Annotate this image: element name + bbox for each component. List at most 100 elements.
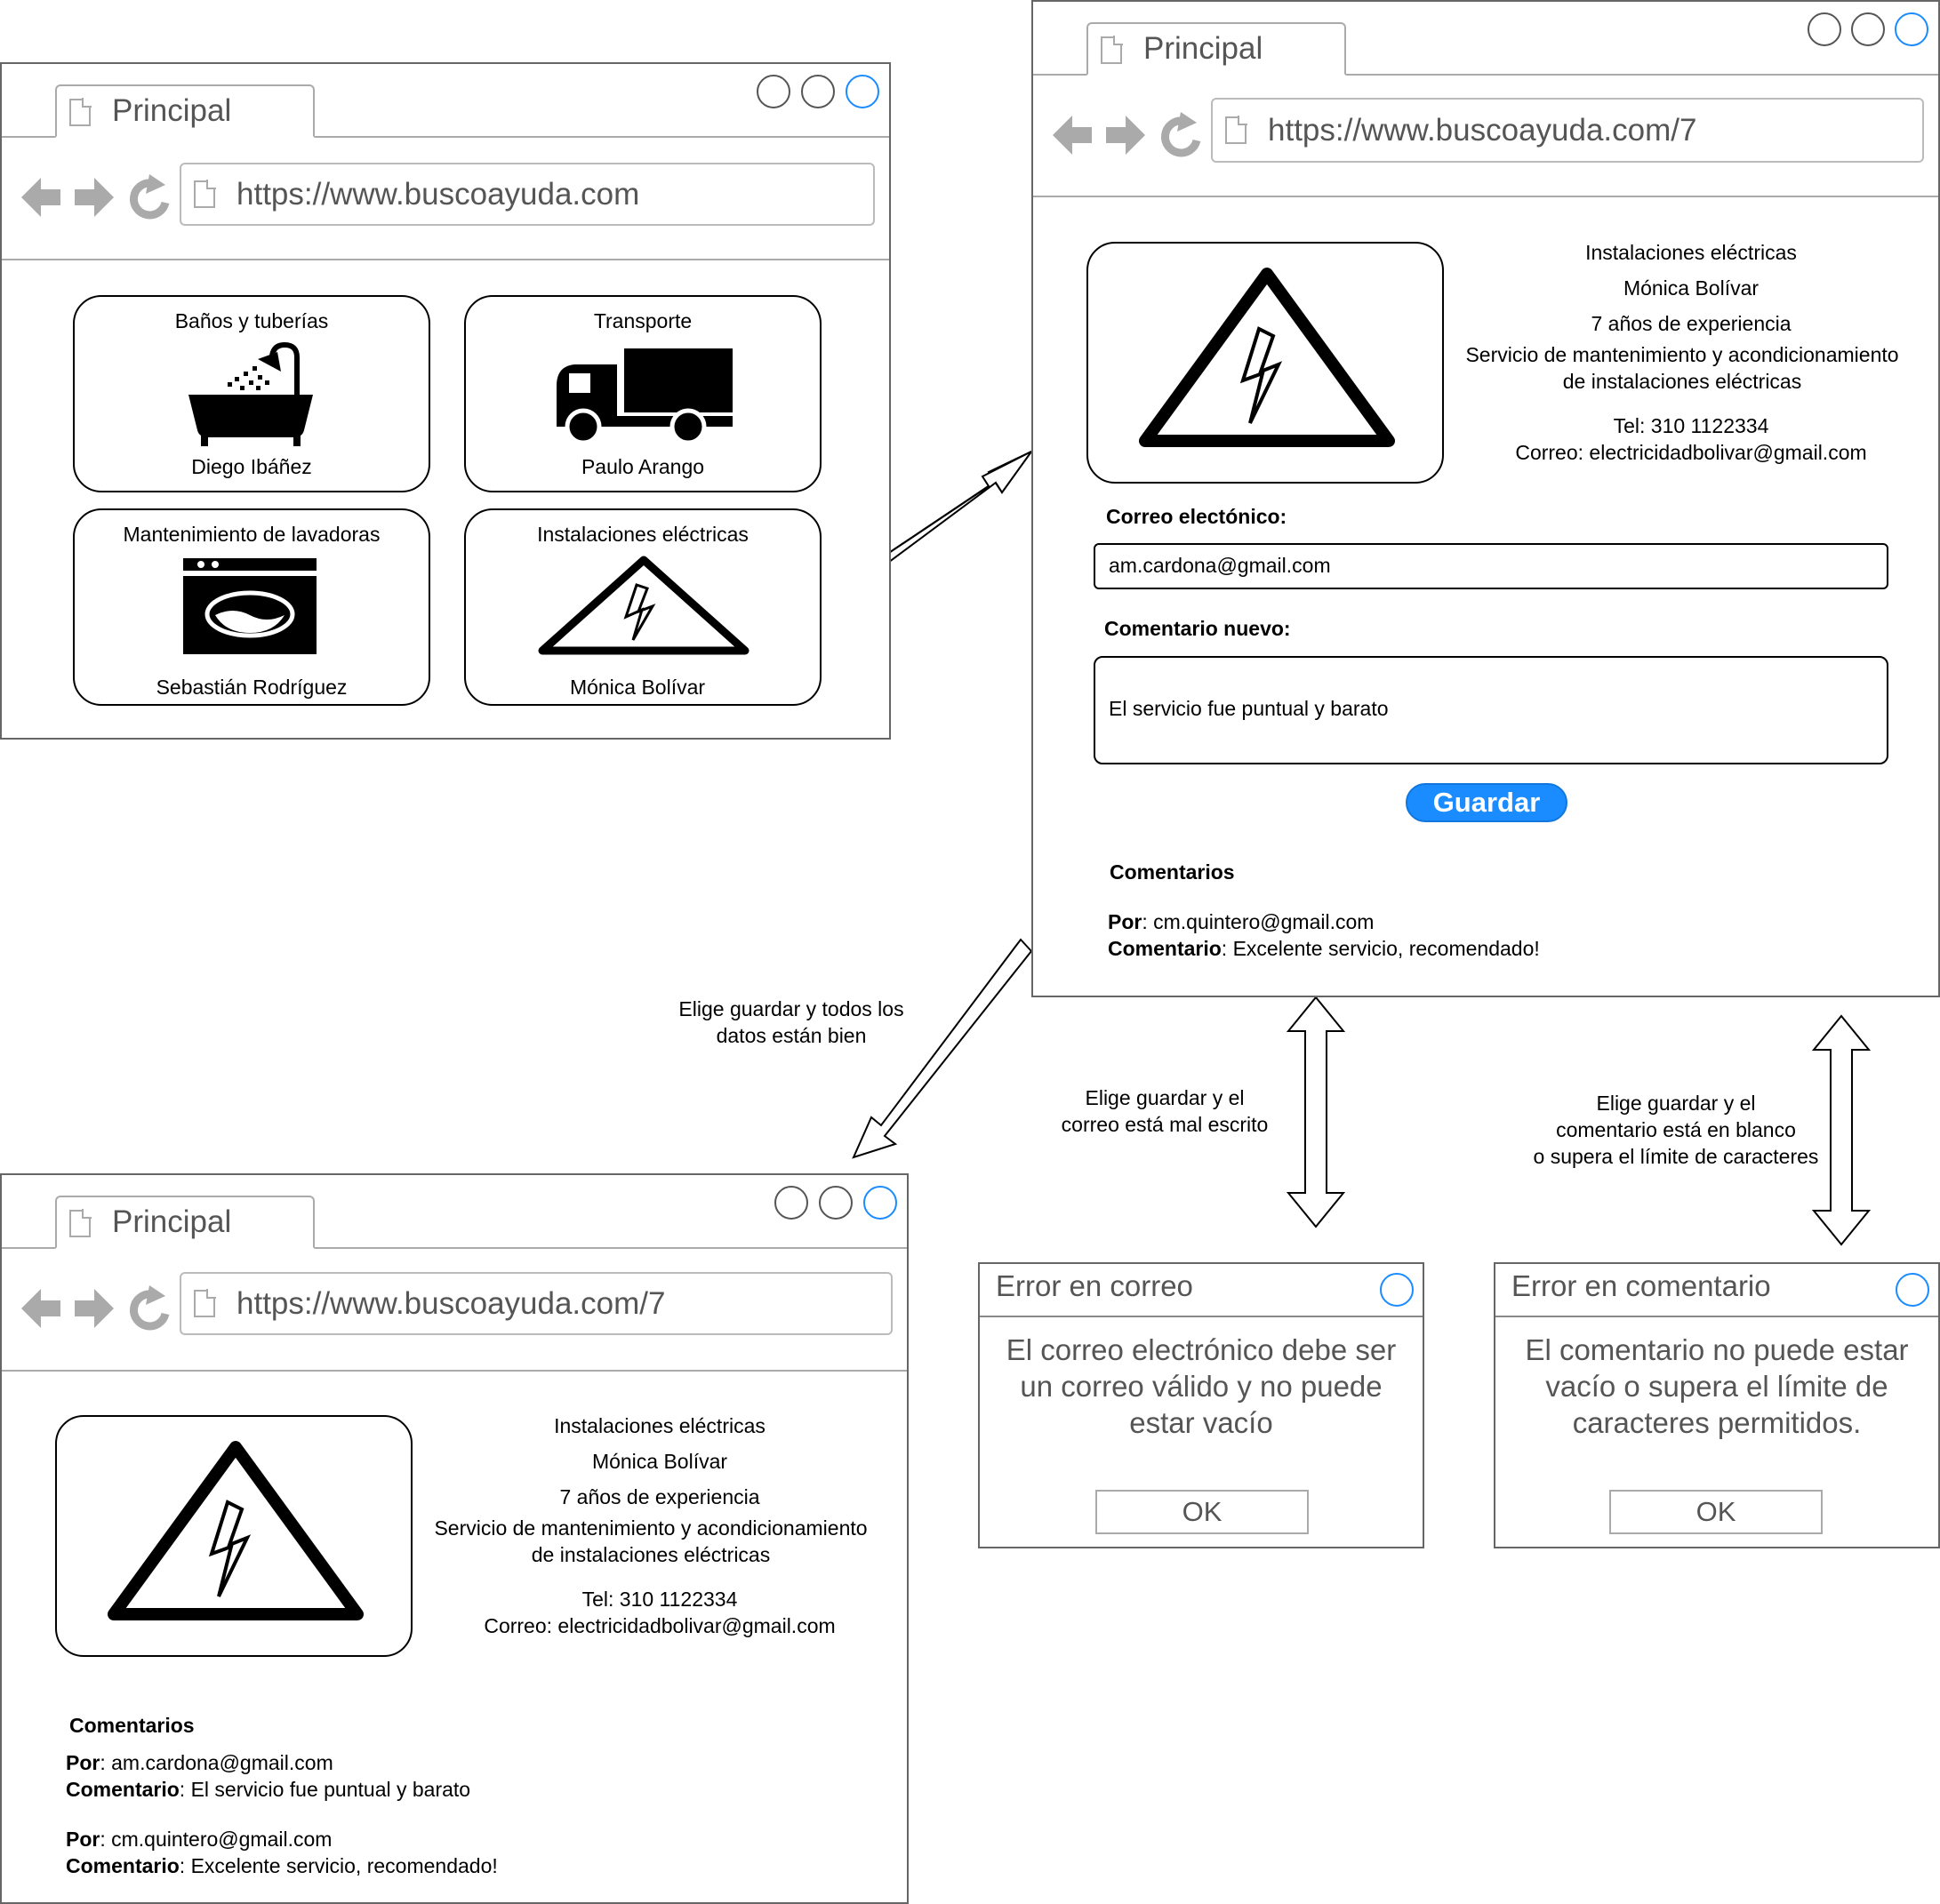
email-input[interactable]: am.cardona@gmail.com bbox=[1094, 543, 1888, 589]
tab-label: Principal bbox=[112, 93, 232, 128]
provider-experience: 7 años de experiencia bbox=[559, 1485, 760, 1508]
minimize-icon[interactable] bbox=[1808, 12, 1841, 46]
provider-info: Instalaciones eléctricas Mónica Bolívar … bbox=[1451, 235, 1931, 466]
card-provider: Diego Ibáñez bbox=[191, 455, 312, 478]
electric-hazard-icon bbox=[1139, 268, 1395, 447]
dialog-message-line-1: El correo electrónico debe ser bbox=[1006, 1333, 1397, 1366]
dialog-message: El correo electrónico debe ser un correo… bbox=[980, 1332, 1423, 1441]
comment-text: : El servicio fue puntual y barato bbox=[179, 1778, 471, 1801]
close-icon[interactable] bbox=[1380, 1273, 1414, 1307]
comment-error-dialog: Error en comentario El comentario no pue… bbox=[1494, 1262, 1940, 1548]
tab-bar: Principal bbox=[2, 1175, 907, 1249]
comment-by: : cm.quintero@gmail.com bbox=[1142, 910, 1375, 933]
detail-window: Principal https://www.buscoayuda.com/7 I… bbox=[1031, 0, 1940, 997]
comment-text-key: Comentario bbox=[66, 1778, 180, 1801]
provider-info: Instalaciones eléctricas Mónica Bolívar … bbox=[420, 1408, 900, 1639]
page-icon bbox=[194, 180, 216, 208]
provider-description-2: de instalaciones eléctricas bbox=[1562, 370, 1802, 393]
minimize-icon[interactable] bbox=[757, 75, 790, 108]
page-icon bbox=[1225, 116, 1247, 144]
close-icon[interactable] bbox=[863, 1186, 897, 1220]
tab-label: Principal bbox=[1143, 31, 1263, 66]
provider-description-2: de instalaciones eléctricas bbox=[531, 1543, 771, 1566]
comment-item: Por: am.cardona@gmail.com Comentario: El… bbox=[66, 1749, 470, 1803]
service-card-electricas[interactable]: Instalaciones eléctricas Mónica Bolívar bbox=[464, 508, 822, 706]
washing-machine-icon bbox=[183, 558, 317, 654]
tab-label: Principal bbox=[112, 1204, 232, 1239]
email-input-value: am.cardona@gmail.com bbox=[1109, 554, 1331, 577]
minimize-icon[interactable] bbox=[774, 1186, 808, 1220]
provider-category: Instalaciones eléctricas bbox=[554, 1414, 766, 1437]
back-icon[interactable] bbox=[21, 1289, 60, 1328]
service-card-banos[interactable]: Baños y tuberías Diego Ibáñez bbox=[73, 295, 430, 492]
comment-by-key: Por bbox=[66, 1751, 100, 1774]
maximize-icon[interactable] bbox=[1851, 12, 1885, 46]
comment-by: : am.cardona@gmail.com bbox=[100, 1751, 333, 1774]
result-window: Principal https://www.buscoayuda.com/7 I… bbox=[0, 1173, 909, 1904]
provider-image bbox=[1086, 242, 1444, 484]
url-text: https://www.buscoayuda.com bbox=[236, 176, 640, 212]
reload-icon[interactable] bbox=[129, 174, 170, 220]
provider-experience: 7 años de experiencia bbox=[1591, 312, 1792, 335]
dialog-message-line-2: un correo válido y no puede bbox=[1020, 1370, 1383, 1403]
provider-description-1: Servicio de mantenimiento y acondicionam… bbox=[1465, 343, 1899, 366]
electric-hazard-icon bbox=[108, 1441, 364, 1620]
url-text: https://www.buscoayuda.com/7 bbox=[1268, 112, 1697, 148]
forward-icon[interactable] bbox=[1106, 116, 1145, 155]
page-icon bbox=[194, 1289, 216, 1317]
reload-icon[interactable] bbox=[1160, 112, 1201, 157]
back-icon[interactable] bbox=[1053, 116, 1092, 155]
provider-phone: Tel: 310 1122334 bbox=[581, 1588, 738, 1611]
dialog-message-line-2: vacío o supera el límite de bbox=[1545, 1370, 1888, 1403]
toolbar-separator bbox=[2, 259, 889, 260]
annotation-bad-email: Elige guardar y el correo está mal escri… bbox=[1031, 1084, 1298, 1138]
close-icon[interactable] bbox=[846, 75, 879, 108]
service-card-transporte[interactable]: Transporte Paulo Arango bbox=[464, 295, 822, 492]
dialog-message-line-3: caracteres permitidos. bbox=[1572, 1406, 1862, 1439]
comment-item: Por: cm.quintero@gmail.com Comentario: E… bbox=[66, 1826, 498, 1879]
comment-text: : Excelente servicio, recomendado! bbox=[179, 1854, 498, 1877]
close-icon[interactable] bbox=[1895, 12, 1928, 46]
address-bar[interactable]: https://www.buscoayuda.com/7 bbox=[180, 1272, 893, 1335]
annotation-line-2: comentario está en blanco bbox=[1556, 1118, 1796, 1141]
tab-principal[interactable]: Principal bbox=[55, 1196, 315, 1249]
email-label: Correo electónico: bbox=[1106, 505, 1287, 528]
forward-icon[interactable] bbox=[75, 178, 114, 217]
service-card-lavadoras[interactable]: Mantenimiento de lavadoras Sebastián Rod… bbox=[73, 508, 430, 706]
toolbar-separator bbox=[2, 1370, 907, 1372]
maximize-icon[interactable] bbox=[801, 75, 835, 108]
provider-name: Mónica Bolívar bbox=[591, 1450, 728, 1473]
ok-button[interactable]: OK bbox=[1095, 1490, 1309, 1534]
back-icon[interactable] bbox=[21, 178, 60, 217]
nav-buttons bbox=[21, 174, 170, 220]
comment-by-key: Por bbox=[66, 1828, 100, 1851]
annotation-save-ok: Elige guardar y todos los datos están bi… bbox=[658, 996, 925, 1049]
save-button[interactable]: Guardar bbox=[1406, 783, 1567, 822]
annotation-line-1: Elige guardar y el bbox=[1596, 1092, 1756, 1115]
close-icon[interactable] bbox=[1896, 1273, 1929, 1307]
reload-icon[interactable] bbox=[129, 1285, 170, 1331]
annotation-line-2: correo está mal escrito bbox=[1061, 1113, 1269, 1136]
comment-textarea[interactable]: El servicio fue puntual y barato bbox=[1094, 656, 1888, 764]
annotation-line-1: Elige guardar y el bbox=[1085, 1086, 1245, 1109]
card-provider: Mónica Bolívar bbox=[569, 676, 706, 699]
maximize-icon[interactable] bbox=[819, 1186, 853, 1220]
card-provider: Sebastián Rodríguez bbox=[156, 676, 348, 699]
provider-phone: Tel: 310 1122334 bbox=[1613, 414, 1769, 437]
comment-by-key: Por bbox=[1108, 910, 1142, 933]
comments-title: Comentarios bbox=[1110, 860, 1235, 884]
tab-principal[interactable]: Principal bbox=[55, 84, 315, 138]
comment-text-key: Comentario bbox=[66, 1854, 180, 1877]
comment-item: Por: cm.quintero@gmail.com Comentario: E… bbox=[1108, 908, 1540, 962]
comment-label: Comentario nuevo: bbox=[1104, 617, 1291, 640]
tab-bar: Principal bbox=[2, 64, 889, 138]
card-category: Baños y tuberías bbox=[174, 309, 329, 332]
ok-button[interactable]: OK bbox=[1609, 1490, 1823, 1534]
address-bar[interactable]: https://www.buscoayuda.com bbox=[180, 163, 875, 226]
forward-icon[interactable] bbox=[75, 1289, 114, 1328]
provider-email: Correo: electricidadbolivar@gmail.com bbox=[484, 1614, 836, 1637]
address-bar[interactable]: https://www.buscoayuda.com/7 bbox=[1211, 98, 1924, 163]
comment-by: : cm.quintero@gmail.com bbox=[100, 1828, 333, 1851]
tab-principal[interactable]: Principal bbox=[1086, 22, 1346, 76]
dialog-title: Error en comentario bbox=[1511, 1269, 1771, 1302]
